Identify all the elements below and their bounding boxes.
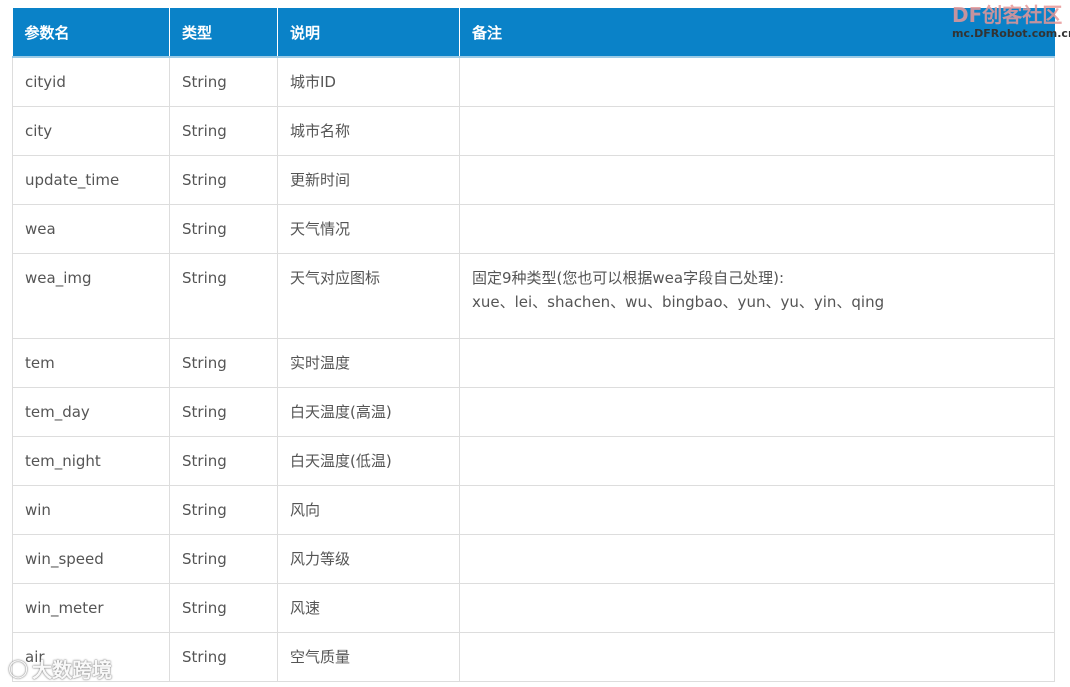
param-note (459, 106, 1055, 156)
weibo-logo-icon: ◯ (8, 658, 29, 679)
param-note (459, 485, 1055, 535)
dfrobot-logo: DF创客社区 mc.DFRobot.com.cn (952, 3, 1070, 41)
logo-url: mc.DFRobot.com.cn (952, 27, 1070, 40)
table-row: air String 空气质量 (12, 632, 1055, 682)
param-desc: 白天温度(低温) (277, 436, 460, 486)
param-type: String (169, 56, 278, 107)
param-type: String (169, 485, 278, 535)
param-type: String (169, 204, 278, 254)
param-note (459, 204, 1055, 254)
param-desc: 实时温度 (277, 338, 460, 388)
param-note (459, 155, 1055, 205)
param-desc: 城市名称 (277, 106, 460, 156)
table-row: tem String 实时温度 (12, 338, 1055, 388)
param-name: tem_night (12, 436, 170, 486)
param-desc: 更新时间 (277, 155, 460, 205)
table-row: tem_day String 白天温度(高温) (12, 387, 1055, 437)
param-desc: 城市ID (277, 56, 460, 107)
table-row: update_time String 更新时间 (12, 155, 1055, 205)
param-type: String (169, 155, 278, 205)
table-row: win_meter String 风速 (12, 583, 1055, 633)
param-name: wea (12, 204, 170, 254)
param-type: String (169, 387, 278, 437)
param-name: city (12, 106, 170, 156)
note-line-2: xue、lei、shachen、wu、bingbao、yun、yu、yin、qi… (472, 293, 885, 311)
parameter-table: 参数名 类型 说明 备注 cityid String 城市ID city Str… (12, 8, 1055, 682)
table-row: city String 城市名称 (12, 106, 1055, 156)
param-name: win_speed (12, 534, 170, 584)
param-note (459, 583, 1055, 633)
param-note (459, 387, 1055, 437)
param-name: tem (12, 338, 170, 388)
note-line-1: 固定9种类型(您也可以根据wea字段自己处理): (472, 269, 784, 287)
param-type: String (169, 106, 278, 156)
param-type: String (169, 253, 278, 339)
param-name: cityid (12, 56, 170, 107)
header-type: 类型 (169, 8, 278, 58)
watermark: ◯ 大数跨境 (8, 654, 112, 683)
param-desc: 天气对应图标 (277, 253, 460, 339)
header-description: 说明 (277, 8, 460, 58)
param-name: win (12, 485, 170, 535)
param-note (459, 534, 1055, 584)
param-name: update_time (12, 155, 170, 205)
param-desc: 风向 (277, 485, 460, 535)
param-name: wea_img (12, 253, 170, 339)
header-param-name: 参数名 (12, 8, 170, 58)
table-row: wea_img String 天气对应图标 固定9种类型(您也可以根据wea字段… (12, 253, 1055, 339)
param-desc: 天气情况 (277, 204, 460, 254)
watermark-text: 大数跨境 (32, 658, 113, 682)
param-note (459, 56, 1055, 107)
param-type: String (169, 436, 278, 486)
param-note (459, 338, 1055, 388)
param-name: tem_day (12, 387, 170, 437)
table-row: wea String 天气情况 (12, 204, 1055, 254)
param-note: 固定9种类型(您也可以根据wea字段自己处理): xue、lei、shachen… (459, 253, 1055, 339)
param-type: String (169, 338, 278, 388)
table-row: tem_night String 白天温度(低温) (12, 436, 1055, 486)
param-desc: 风力等级 (277, 534, 460, 584)
logo-title: DF创客社区 (952, 3, 1063, 27)
param-type: String (169, 583, 278, 633)
table-row: cityid String 城市ID (12, 56, 1055, 107)
table-header-row: 参数名 类型 说明 备注 (12, 8, 1055, 58)
param-desc: 风速 (277, 583, 460, 633)
param-type: String (169, 632, 278, 682)
param-note (459, 436, 1055, 486)
param-type: String (169, 534, 278, 584)
table-row: win String 风向 (12, 485, 1055, 535)
param-desc: 白天温度(高温) (277, 387, 460, 437)
param-desc: 空气质量 (277, 632, 460, 682)
param-note (459, 632, 1055, 682)
param-name: win_meter (12, 583, 170, 633)
table-row: win_speed String 风力等级 (12, 534, 1055, 584)
